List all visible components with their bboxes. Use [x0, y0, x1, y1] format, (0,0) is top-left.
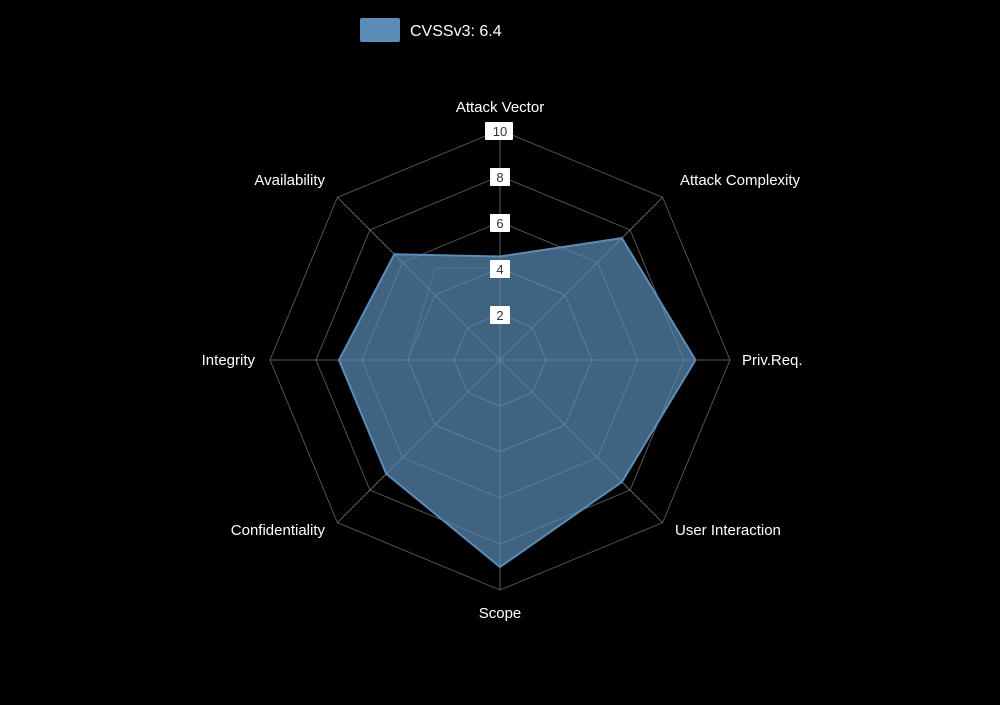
tick-label-2: 2 — [496, 308, 503, 323]
tick-label-10: 10 — [493, 124, 507, 139]
label-attack-vector: Attack Vector — [456, 99, 544, 116]
label-confidentiality: Confidentiality — [231, 522, 326, 539]
label-attack-complexity: Attack Complexity — [680, 172, 801, 189]
tick-label-4: 4 — [496, 262, 503, 277]
label-availability: Availability — [254, 172, 325, 189]
legend-color-box — [360, 18, 400, 42]
tick-label-8: 8 — [496, 170, 503, 185]
tick-label-6: 6 — [496, 216, 503, 231]
label-scope: Scope — [479, 605, 522, 622]
chart-container: CVSSv3: 6.4 — [0, 0, 1000, 700]
label-integrity: Integrity — [202, 352, 256, 369]
label-user-interaction: User Interaction — [675, 522, 781, 539]
legend-label: CVSSv3: 6.4 — [410, 23, 502, 40]
label-priv-req: Priv.Req. — [742, 352, 803, 369]
